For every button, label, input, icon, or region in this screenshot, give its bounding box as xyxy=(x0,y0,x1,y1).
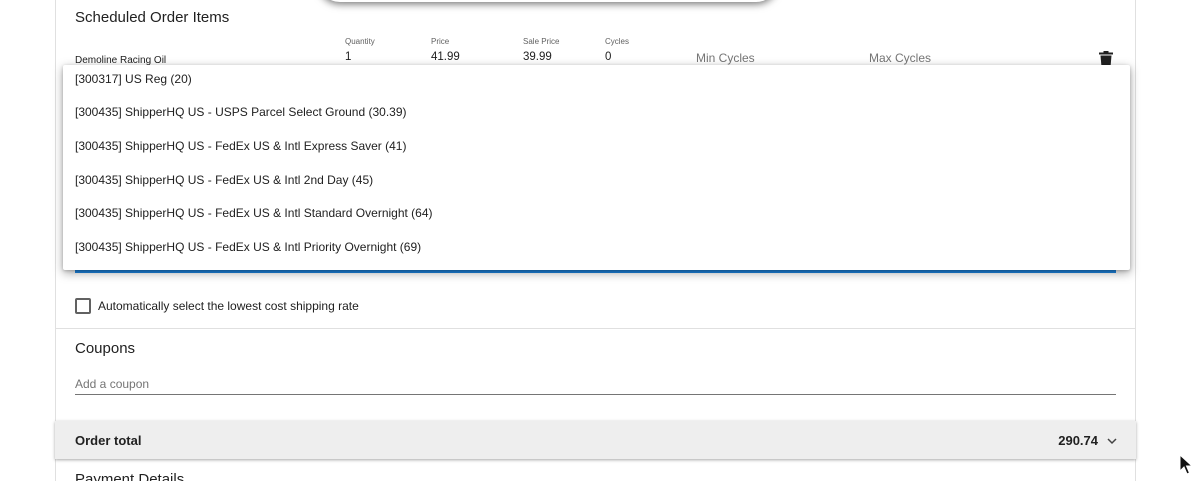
auto-select-label[interactable]: Automatically select the lowest cost shi… xyxy=(98,299,359,313)
order-total-bar[interactable]: Order total 290.74 xyxy=(55,421,1136,459)
shipping-option[interactable]: [300317] US Reg (20) xyxy=(75,72,192,86)
price-label: Price xyxy=(431,37,450,46)
order-total-label: Order total xyxy=(75,433,142,448)
shipping-option[interactable]: [300435] ShipperHQ US - USPS Parcel Sele… xyxy=(75,105,407,119)
order-total-value: 290.74 xyxy=(1058,433,1098,448)
payment-details-title: Payment Details xyxy=(75,471,185,481)
max-cycles-field[interactable]: Max Cycles xyxy=(869,51,931,65)
cycles-value[interactable]: 0 xyxy=(605,51,611,63)
quantity-value[interactable]: 1 xyxy=(345,51,351,63)
scheduled-items-title: Scheduled Order Items xyxy=(75,9,230,26)
sale-price-label: Sale Price xyxy=(523,37,560,46)
quantity-label: Quantity xyxy=(345,37,375,46)
coupon-input[interactable] xyxy=(75,374,1116,395)
shipping-select-underline xyxy=(75,270,1116,273)
auto-select-checkbox[interactable] xyxy=(75,298,91,314)
price-value[interactable]: 41.99 xyxy=(431,51,460,63)
shipping-option[interactable]: [300435] ShipperHQ US - FedEx US & Intl … xyxy=(75,240,421,254)
chevron-down-icon[interactable] xyxy=(1107,436,1117,446)
shipping-option[interactable]: [300435] ShipperHQ US - FedEx US & Intl … xyxy=(75,139,406,153)
shipping-option[interactable]: [300435] ShipperHQ US - FedEx US & Intl … xyxy=(75,173,373,187)
section-divider xyxy=(55,328,1136,329)
shipping-method-dropdown: [300317] US Reg (20) [300435] ShipperHQ … xyxy=(63,65,1130,270)
shipping-option[interactable]: [300435] ShipperHQ US - FedEx US & Intl … xyxy=(75,206,433,220)
coupons-title: Coupons xyxy=(75,340,136,357)
min-cycles-field[interactable]: Min Cycles xyxy=(696,51,755,65)
popup-shadow-edge xyxy=(318,0,778,2)
sale-price-value[interactable]: 39.99 xyxy=(523,51,552,63)
cycles-label: Cycles xyxy=(605,37,630,46)
mouse-cursor-icon xyxy=(1179,454,1193,475)
